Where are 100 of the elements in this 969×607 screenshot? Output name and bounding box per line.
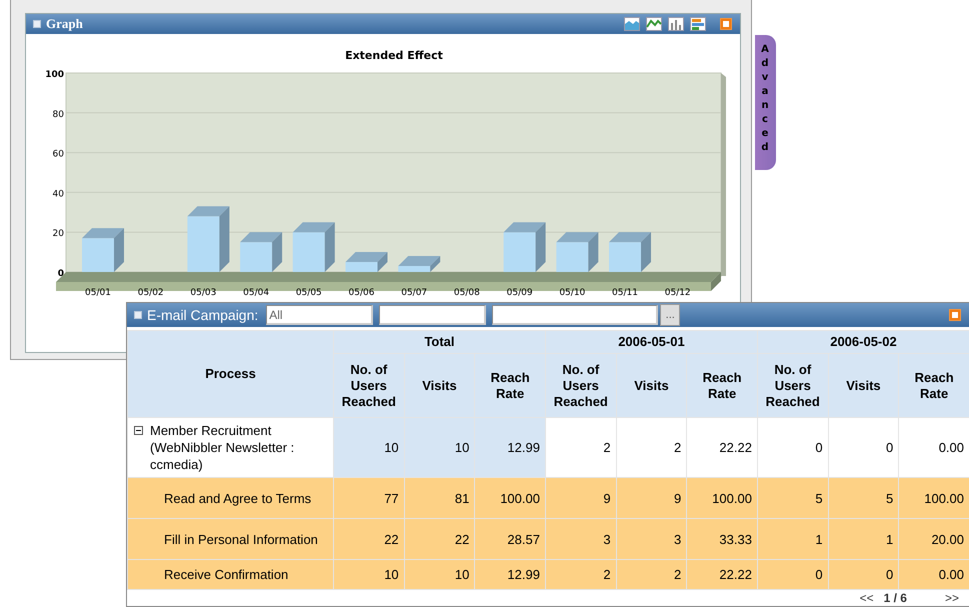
- x-axis-label: 05/12: [664, 288, 691, 298]
- square-icon: [33, 20, 41, 28]
- campaign-label: E-mail Campaign:: [147, 307, 258, 323]
- process-name: Read and Agree to Terms: [128, 478, 334, 518]
- horizontal-bar-chart-icon[interactable]: [690, 17, 706, 31]
- minimize-button[interactable]: [949, 309, 961, 321]
- table-cell: 22.22: [686, 560, 758, 590]
- collapse-icon[interactable]: [134, 426, 143, 435]
- table-cell: 10: [404, 418, 475, 478]
- table-cell: 12.99: [474, 418, 546, 478]
- input-field[interactable]: [379, 305, 486, 325]
- x-axis-label: 05/09: [506, 288, 533, 298]
- x-axis-label: 05/11: [612, 288, 638, 298]
- table-cell: 0.00: [898, 560, 969, 590]
- bar: [292, 232, 325, 272]
- x-axis-label: 05/08: [454, 288, 480, 298]
- table-cell: 2: [616, 560, 687, 590]
- column-header: Visits: [404, 354, 475, 418]
- table-cell: 100.00: [686, 478, 758, 518]
- advanced-tab[interactable]: Advanced: [755, 35, 776, 170]
- table-cell: 9: [616, 478, 687, 518]
- square-icon: [134, 311, 142, 319]
- column-header: No. of Users Reached: [757, 354, 828, 418]
- table-cell: 2: [545, 418, 616, 478]
- bar: [240, 242, 272, 272]
- table-cell: 77: [334, 478, 404, 518]
- table-cell: 3: [545, 518, 616, 560]
- x-axis-label: 05/03: [190, 288, 216, 298]
- bar: [398, 266, 430, 272]
- previous-page-link[interactable]: <<: [860, 591, 874, 605]
- table-cell: 5: [757, 478, 828, 518]
- bar: [346, 262, 378, 272]
- table-cell: 9: [545, 478, 616, 518]
- process-name: Member Recruitment (WebNibbler Newsletter : ccmedia): [150, 422, 296, 473]
- table-cell: 2: [545, 560, 616, 590]
- table-cell: 10: [404, 560, 475, 590]
- table-cell: 100.00: [474, 478, 546, 518]
- bar: [82, 238, 114, 272]
- campaign-field[interactable]: All: [266, 305, 374, 325]
- table-cell: 1: [757, 518, 828, 560]
- x-axis-label: 05/04: [243, 288, 270, 298]
- table-cell: 100.00: [898, 478, 969, 518]
- table-cell: 33.33: [686, 518, 758, 560]
- column-header: Visits: [828, 354, 899, 418]
- area-chart-icon[interactable]: [624, 17, 640, 31]
- table-cell: 0: [757, 418, 828, 478]
- y-axis-label: 100: [45, 70, 64, 80]
- table-cell: 22: [334, 518, 404, 560]
- column-header: Process: [128, 330, 334, 418]
- column-header: Reach Rate: [898, 354, 969, 418]
- column-header: Visits: [616, 354, 687, 418]
- bar: [187, 216, 220, 272]
- x-axis-label: 05/01: [85, 288, 111, 298]
- x-axis-label: 05/02: [138, 288, 164, 298]
- y-axis-label: 0: [58, 269, 64, 279]
- bar: [609, 242, 641, 272]
- table-cell: 0.00: [898, 418, 969, 478]
- minimize-button[interactable]: [720, 18, 732, 30]
- column-header: No. of Users Reached: [545, 354, 616, 418]
- input-field[interactable]: [492, 305, 658, 325]
- table-cell: 28.57: [474, 518, 546, 560]
- bar: [556, 242, 588, 272]
- browse-button[interactable]: ...: [660, 304, 680, 326]
- column-header: Reach Rate: [686, 354, 758, 418]
- table-cell: 3: [616, 518, 687, 560]
- table-cell: 5: [828, 478, 899, 518]
- column-group-header: 2006-05-01: [545, 330, 758, 354]
- table-cell: 22.22: [686, 418, 758, 478]
- column-header: Reach Rate: [474, 354, 546, 418]
- process-name: Receive Confirmation: [128, 560, 334, 590]
- panel-title: Graph: [46, 16, 84, 32]
- x-axis-label: 05/05: [296, 288, 322, 298]
- next-page-link[interactable]: >>: [944, 591, 959, 605]
- table-cell: 12.99: [474, 560, 546, 590]
- table-cell: 0: [757, 560, 828, 590]
- y-axis-label: 80: [52, 110, 64, 120]
- table-cell: 0: [828, 560, 899, 590]
- table-cell: 22: [404, 518, 475, 560]
- table-cell: 20.00: [898, 518, 969, 560]
- column-group-header: 2006-05-02: [757, 330, 969, 354]
- process-name: Fill in Personal Information: [128, 518, 334, 560]
- y-axis-label: 60: [52, 150, 64, 160]
- y-axis-label: 20: [52, 229, 64, 240]
- column-header: No. of Users Reached: [334, 354, 404, 418]
- table-cell: 1: [828, 518, 899, 560]
- table-cell: 81: [404, 478, 475, 518]
- bar-chart-icon[interactable]: [668, 17, 684, 31]
- page-indicator: 1 / 6: [884, 591, 907, 605]
- table-cell: 10: [334, 418, 404, 478]
- column-group-header: Total: [334, 330, 546, 354]
- chart-title: Extended Effect: [345, 49, 443, 62]
- bar: [504, 232, 536, 272]
- x-axis-label: 05/10: [559, 288, 586, 298]
- x-axis-label: 05/06: [348, 288, 374, 298]
- table-cell: 0: [828, 418, 899, 478]
- y-axis-label: 40: [52, 189, 64, 200]
- x-axis-label: 05/07: [401, 288, 428, 298]
- line-chart-icon[interactable]: [646, 17, 662, 31]
- table-cell: 10: [334, 560, 404, 590]
- table-cell: 2: [616, 418, 687, 478]
